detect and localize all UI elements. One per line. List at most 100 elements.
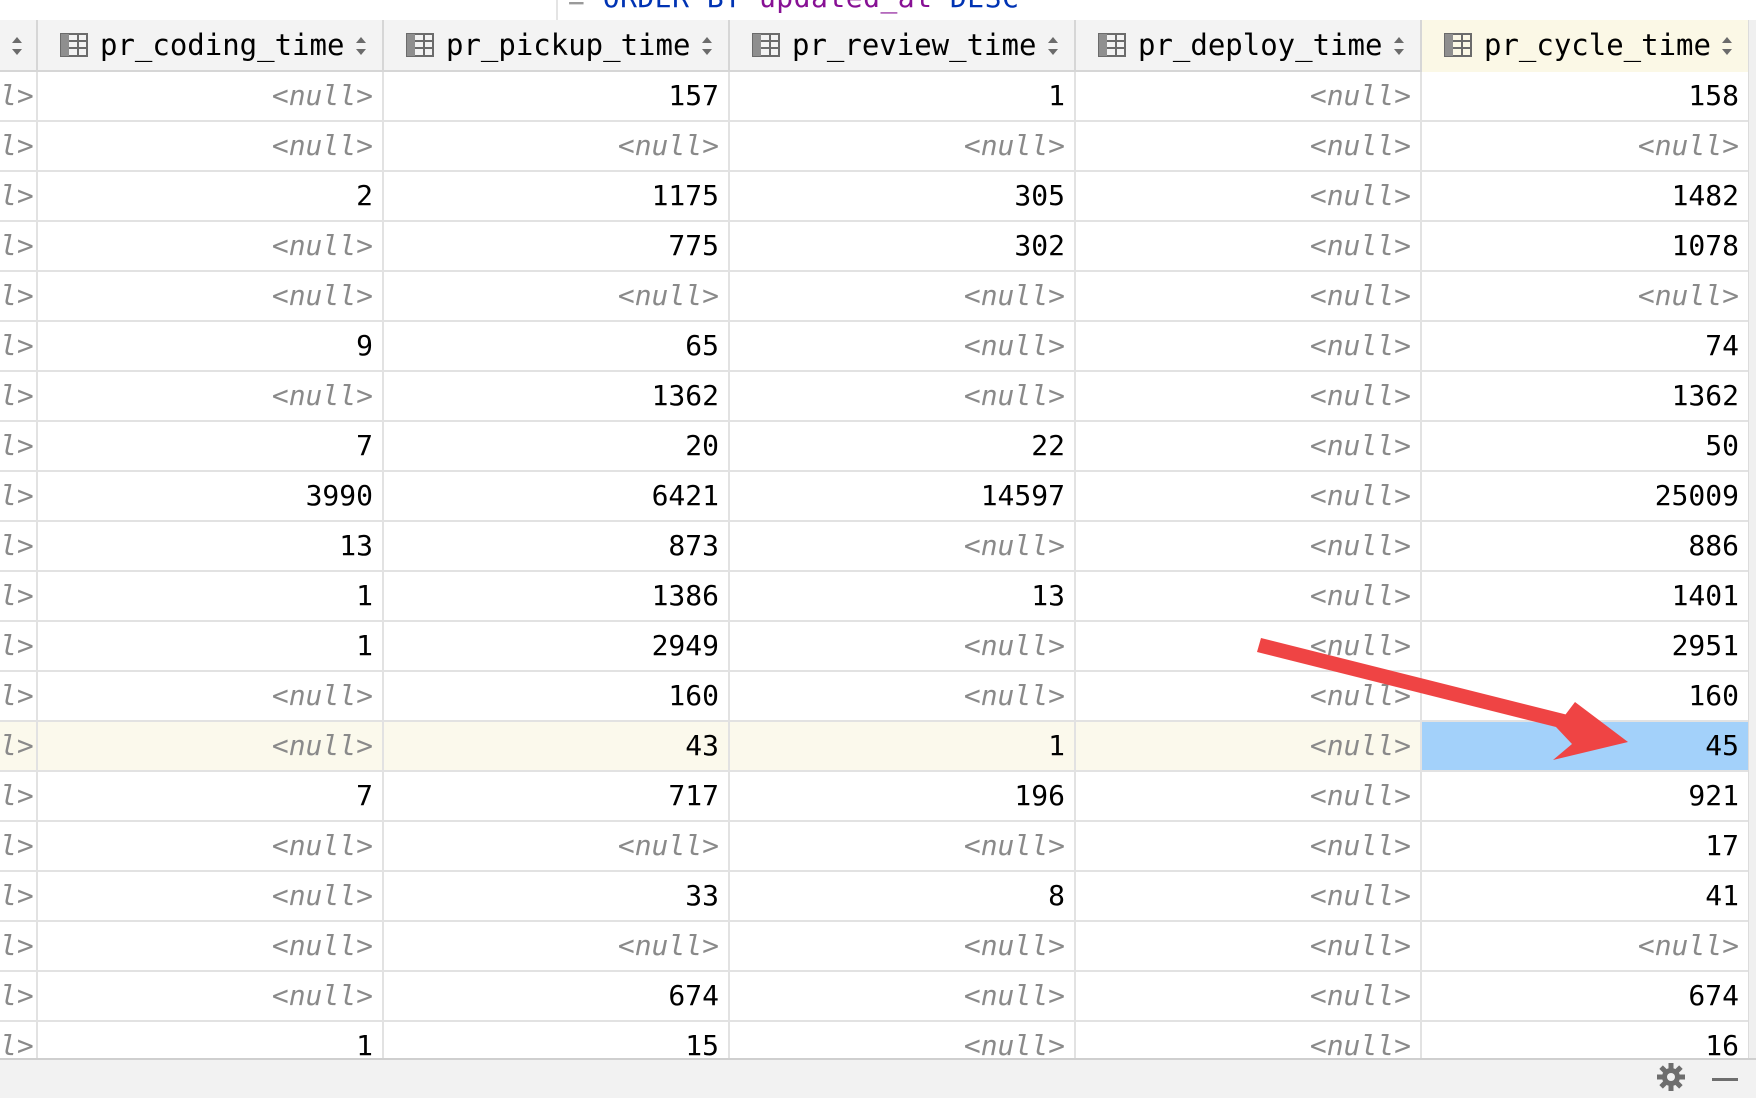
partial-column-cell[interactable]: l> bbox=[0, 422, 38, 470]
table-cell[interactable]: <null> bbox=[38, 822, 384, 870]
partial-column-cell[interactable]: l> bbox=[0, 722, 38, 770]
column-header-pr-review-time[interactable]: pr_review_time bbox=[730, 20, 1076, 72]
table-row[interactable]: l> <null> <null> <null> <null> <null> bbox=[0, 922, 1756, 972]
table-cell[interactable]: <null> bbox=[38, 672, 384, 720]
column-header-pr-coding-time[interactable]: pr_coding_time bbox=[38, 20, 384, 72]
table-cell[interactable]: <null> bbox=[730, 372, 1076, 420]
partial-column-cell[interactable]: l> bbox=[0, 922, 38, 970]
table-cell[interactable]: 13 bbox=[730, 572, 1076, 620]
table-cell[interactable]: 33 bbox=[384, 872, 730, 920]
table-cell[interactable]: <null> bbox=[1076, 422, 1422, 470]
table-cell[interactable]: <null> bbox=[730, 322, 1076, 370]
table-row[interactable]: l> <null> <null> <null> <null> <null> bbox=[0, 122, 1756, 172]
table-cell[interactable]: <null> bbox=[38, 972, 384, 1020]
table-cell[interactable]: <null> bbox=[1076, 822, 1422, 870]
table-cell[interactable]: 65 bbox=[384, 322, 730, 370]
table-cell[interactable]: <null> bbox=[1076, 372, 1422, 420]
column-header-pr-pickup-time[interactable]: pr_pickup_time bbox=[384, 20, 730, 72]
table-cell[interactable]: <null> bbox=[38, 872, 384, 920]
partial-column-cell[interactable]: l> bbox=[0, 472, 38, 520]
partial-column-cell[interactable]: l> bbox=[0, 172, 38, 220]
table-row[interactable]: l> 7 717 196 <null> 921 bbox=[0, 772, 1756, 822]
table-row[interactable]: l> 3990 6421 14597 <null> 25009 bbox=[0, 472, 1756, 522]
table-cell[interactable]: <null> bbox=[1422, 272, 1748, 320]
table-cell[interactable]: 9 bbox=[38, 322, 384, 370]
partial-column-cell[interactable]: l> bbox=[0, 372, 38, 420]
table-cell[interactable]: <null> bbox=[38, 922, 384, 970]
table-cell[interactable]: <null> bbox=[1076, 622, 1422, 670]
table-cell[interactable]: 8 bbox=[730, 872, 1076, 920]
table-cell[interactable]: <null> bbox=[730, 622, 1076, 670]
table-cell[interactable]: 921 bbox=[1422, 772, 1748, 820]
table-row[interactable]: l> <null> 674 <null> <null> 674 bbox=[0, 972, 1756, 1022]
table-cell[interactable]: 13 bbox=[38, 522, 384, 570]
table-row[interactable]: l> <null> 160 <null> <null> 160 bbox=[0, 672, 1756, 722]
table-cell[interactable]: <null> bbox=[1076, 572, 1422, 620]
partial-column-cell[interactable]: l> bbox=[0, 872, 38, 920]
table-cell[interactable]: 1362 bbox=[1422, 372, 1748, 420]
table-cell[interactable]: <null> bbox=[730, 822, 1076, 870]
table-cell[interactable]: 1078 bbox=[1422, 222, 1748, 270]
table-cell[interactable]: <null> bbox=[384, 272, 730, 320]
table-row[interactable]: l> 13 873 <null> <null> 886 bbox=[0, 522, 1756, 572]
table-cell[interactable]: 25009 bbox=[1422, 472, 1748, 520]
table-cell[interactable]: 160 bbox=[1422, 672, 1748, 720]
column-header-pr-deploy-time[interactable]: pr_deploy_time bbox=[1076, 20, 1422, 72]
table-cell[interactable]: <null> bbox=[1076, 972, 1422, 1020]
table-row[interactable]: l> <null> <null> <null> <null> <null> bbox=[0, 272, 1756, 322]
table-cell[interactable]: <null> bbox=[1076, 672, 1422, 720]
partial-column-cell[interactable]: l> bbox=[0, 272, 38, 320]
table-cell[interactable]: 196 bbox=[730, 772, 1076, 820]
table-cell[interactable]: <null> bbox=[1076, 522, 1422, 570]
table-cell[interactable]: <null> bbox=[1076, 122, 1422, 170]
sort-arrows-icon[interactable] bbox=[1392, 35, 1406, 57]
table-cell[interactable]: 41 bbox=[1422, 872, 1748, 920]
table-cell[interactable]: 1 bbox=[38, 572, 384, 620]
table-cell[interactable]: 22 bbox=[730, 422, 1076, 470]
table-cell[interactable]: 305 bbox=[730, 172, 1076, 220]
sort-arrows-icon[interactable] bbox=[1720, 35, 1734, 57]
partial-column-cell[interactable]: l> bbox=[0, 822, 38, 870]
table-row[interactable]: l> 7 20 22 <null> 50 bbox=[0, 422, 1756, 472]
table-cell[interactable]: 674 bbox=[384, 972, 730, 1020]
partial-column-cell[interactable]: l> bbox=[0, 622, 38, 670]
table-row[interactable]: l> <null> 33 8 <null> 41 bbox=[0, 872, 1756, 922]
table-cell[interactable]: <null> bbox=[1076, 222, 1422, 270]
partial-column-cell[interactable]: l> bbox=[0, 772, 38, 820]
table-row[interactable]: l> <null> 775 302 <null> 1078 bbox=[0, 222, 1756, 272]
table-cell[interactable]: 1401 bbox=[1422, 572, 1748, 620]
table-cell[interactable]: <null> bbox=[1422, 922, 1748, 970]
table-cell[interactable]: <null> bbox=[1076, 322, 1422, 370]
table-cell[interactable]: 1175 bbox=[384, 172, 730, 220]
table-cell[interactable]: <null> bbox=[1076, 722, 1422, 770]
table-cell[interactable]: <null> bbox=[38, 122, 384, 170]
table-cell[interactable]: 775 bbox=[384, 222, 730, 270]
table-cell[interactable]: 1 bbox=[38, 622, 384, 670]
table-cell[interactable]: 1386 bbox=[384, 572, 730, 620]
table-cell[interactable]: 20 bbox=[384, 422, 730, 470]
table-cell[interactable]: 3990 bbox=[38, 472, 384, 520]
table-cell[interactable]: <null> bbox=[1076, 472, 1422, 520]
table-cell[interactable]: 7 bbox=[38, 772, 384, 820]
table-row[interactable]: l> <null> <null> <null> <null> 17 bbox=[0, 822, 1756, 872]
table-cell[interactable]: 7 bbox=[38, 422, 384, 470]
table-cell[interactable]: <null> bbox=[1076, 772, 1422, 820]
table-row[interactable]: l> 1 1386 13 <null> 1401 bbox=[0, 572, 1756, 622]
sort-arrows-icon[interactable] bbox=[700, 35, 714, 57]
table-cell[interactable]: 302 bbox=[730, 222, 1076, 270]
partial-column-cell[interactable]: l> bbox=[0, 972, 38, 1020]
table-cell[interactable]: 50 bbox=[1422, 422, 1748, 470]
table-row[interactable]: l> 2 1175 305 <null> 1482 bbox=[0, 172, 1756, 222]
table-cell[interactable]: 2949 bbox=[384, 622, 730, 670]
table-row[interactable]: l> <null> 43 1 <null> 45 bbox=[0, 722, 1756, 772]
table-cell[interactable]: 1 bbox=[730, 72, 1076, 120]
table-cell[interactable]: 160 bbox=[384, 672, 730, 720]
gear-icon[interactable] bbox=[1656, 1062, 1686, 1092]
table-cell[interactable]: <null> bbox=[730, 272, 1076, 320]
partial-column-cell[interactable]: l> bbox=[0, 322, 38, 370]
table-cell[interactable]: <null> bbox=[1422, 122, 1748, 170]
table-cell[interactable]: <null> bbox=[1076, 272, 1422, 320]
table-cell[interactable]: <null> bbox=[730, 672, 1076, 720]
table-cell[interactable]: <null> bbox=[730, 922, 1076, 970]
table-cell[interactable]: <null> bbox=[384, 922, 730, 970]
